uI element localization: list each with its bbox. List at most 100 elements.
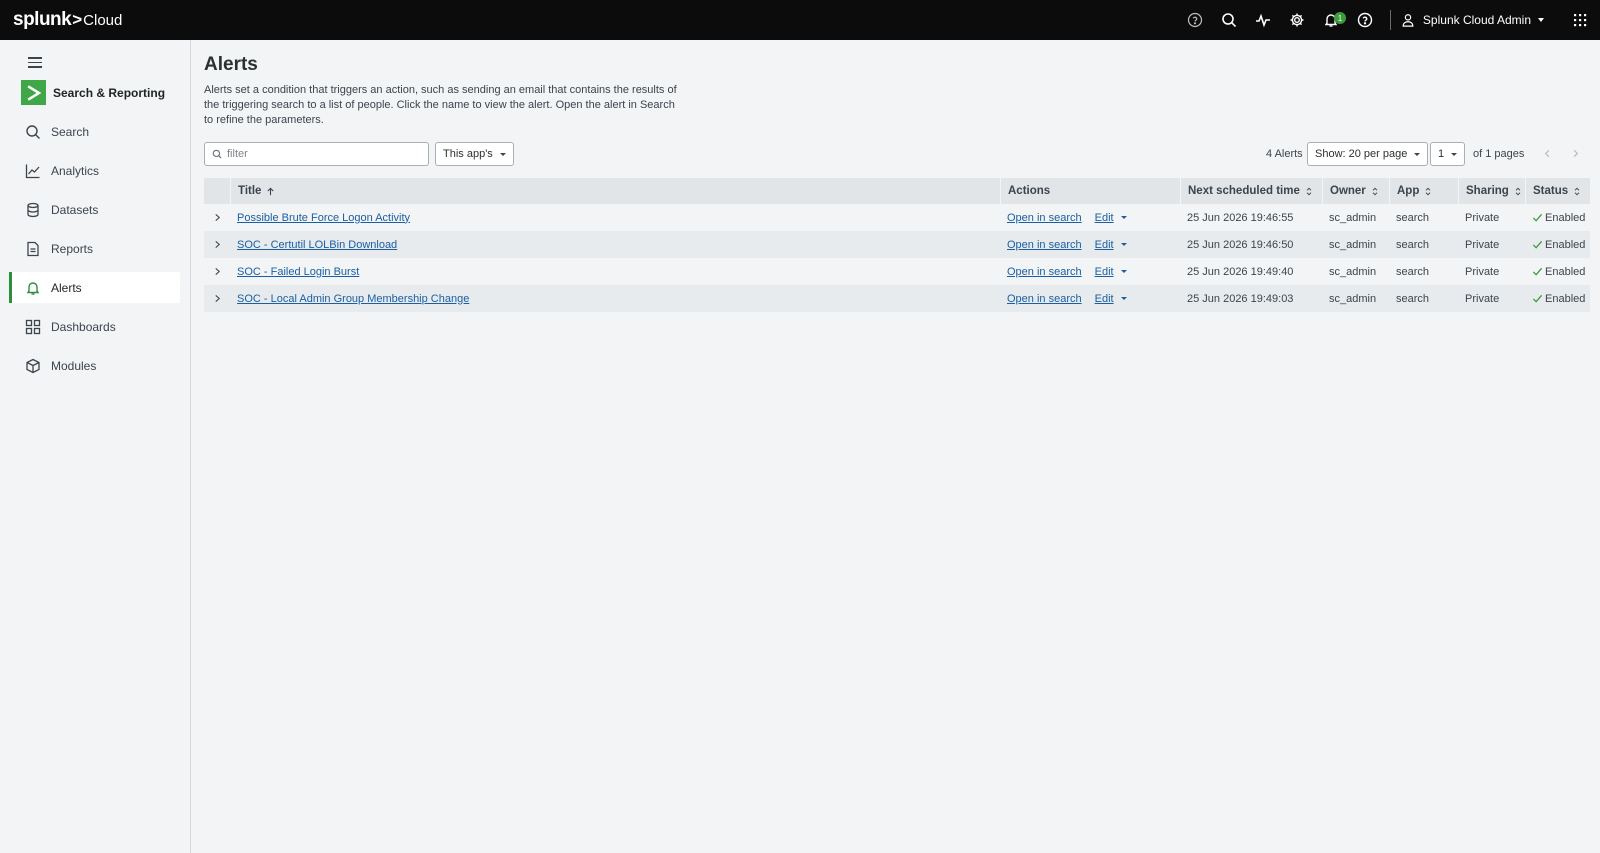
column-header-title[interactable]: Title: [230, 178, 1000, 204]
sort-icon: [1372, 187, 1378, 195]
top-bar-actions: 1 Splunk Cloud Admin: [1178, 0, 1600, 40]
edit-link: Edit: [1094, 238, 1114, 251]
open-in-search-link[interactable]: Open in search: [1007, 293, 1082, 305]
sharing-cell: Private: [1465, 238, 1500, 251]
app-title[interactable]: Search & Reporting: [21, 80, 165, 105]
help-circle-icon[interactable]: [1348, 0, 1382, 40]
help-outline-icon[interactable]: [1178, 0, 1212, 40]
expand-row-chevron-icon[interactable]: [213, 213, 221, 223]
page-total: of 1 pages: [1473, 148, 1525, 160]
alert-title-link[interactable]: SOC - Local Admin Group Membership Chang…: [237, 293, 469, 305]
gear-icon[interactable]: [1280, 0, 1314, 40]
table-row: SOC - Certutil LOLBin Download Open in s…: [204, 231, 1590, 258]
open-in-search-link[interactable]: Open in search: [1007, 239, 1082, 251]
chevron-down-icon: [1538, 18, 1544, 22]
owner-cell: sc_admin: [1329, 238, 1377, 251]
logo-product-text: Cloud: [83, 12, 123, 29]
chevron-down-icon: [1120, 270, 1127, 273]
edit-dropdown[interactable]: Edit: [1095, 293, 1127, 305]
sidebar-item-datasets[interactable]: Datasets: [9, 194, 180, 225]
per-page-dropdown[interactable]: Show: 20 per page: [1307, 142, 1429, 166]
top-bar: splunk > Cloud 1 Splunk Cloud Admin: [0, 0, 1600, 40]
open-in-search-link[interactable]: Open in search: [1007, 266, 1082, 278]
expand-row-chevron-icon[interactable]: [213, 240, 221, 250]
expand-row-chevron-icon[interactable]: [213, 294, 221, 304]
app-scope-dropdown[interactable]: This app's: [435, 142, 514, 166]
sort-icon: [1426, 187, 1431, 195]
sidebar-item-modules[interactable]: Modules: [9, 350, 180, 381]
datasets-icon: [27, 202, 39, 217]
prev-page-button[interactable]: [1540, 145, 1554, 161]
edit-link: Edit: [1094, 292, 1114, 305]
expand-row-chevron-icon[interactable]: [213, 267, 221, 277]
sidebar-item-label: Reports: [51, 241, 94, 256]
open-in-search-link[interactable]: Open in search: [1007, 212, 1082, 224]
bell-icon: [26, 281, 40, 295]
filter-field[interactable]: [204, 142, 429, 166]
reports-icon: [27, 241, 39, 256]
column-header-label: Owner: [1330, 185, 1366, 197]
logo-brand-text: splunk: [13, 9, 72, 30]
sharing-cell: Private: [1465, 292, 1500, 305]
sort-ascending-icon: [267, 187, 275, 195]
page-select-dropdown[interactable]: 1: [1430, 142, 1466, 166]
sidebar-item-label: Modules: [51, 358, 97, 373]
next-page-button[interactable]: [1568, 145, 1582, 161]
alert-title-link[interactable]: Possible Brute Force Logon Activity: [237, 212, 410, 224]
edit-link: Edit: [1094, 265, 1114, 278]
table-row: SOC - Failed Login Burst Open in search …: [204, 258, 1590, 285]
sidebar-item-search[interactable]: Search: [9, 116, 180, 147]
column-header-app[interactable]: App: [1389, 178, 1458, 204]
column-header-sharing[interactable]: Sharing: [1458, 178, 1525, 204]
bell-icon[interactable]: 1: [1314, 0, 1348, 40]
status-text: Enabled: [1545, 238, 1586, 251]
alert-title-link[interactable]: SOC - Failed Login Burst: [237, 266, 359, 278]
splunk-cloud-logo[interactable]: splunk > Cloud: [13, 9, 122, 31]
sidebar-item-dashboards[interactable]: Dashboards: [9, 311, 180, 342]
status-text: Enabled: [1545, 211, 1586, 224]
column-header-status[interactable]: Status: [1525, 178, 1590, 204]
edit-dropdown[interactable]: Edit: [1095, 212, 1127, 224]
status-badge: Enabled: [1532, 293, 1585, 305]
status-text: Enabled: [1545, 292, 1586, 305]
status-badge: Enabled: [1532, 212, 1585, 224]
column-header-owner[interactable]: Owner: [1322, 178, 1389, 204]
page-title: Alerts: [204, 54, 258, 75]
column-header-label: Next scheduled time: [1188, 185, 1300, 197]
sidebar-item-label: Analytics: [51, 163, 100, 178]
page-description: Alerts set a condition that triggers an …: [204, 84, 677, 126]
sidebar-item-label: Datasets: [51, 202, 99, 217]
chevron-down-icon: [1120, 297, 1127, 300]
page-select-value: 1: [1438, 148, 1445, 160]
sidebar-item-alerts[interactable]: Alerts: [9, 272, 180, 303]
user-name: Splunk Cloud Admin: [1422, 13, 1531, 27]
sidebar-item-reports[interactable]: Reports: [9, 233, 180, 264]
hamburger-menu-icon[interactable]: [28, 57, 42, 69]
edit-dropdown[interactable]: Edit: [1095, 266, 1127, 278]
chevron-down-icon: [1414, 152, 1421, 156]
app-cell: search: [1396, 292, 1430, 305]
sidebar-item-analytics[interactable]: Analytics: [9, 155, 180, 186]
status-badge: Enabled: [1532, 239, 1585, 251]
user-menu[interactable]: Splunk Cloud Admin: [1401, 0, 1544, 40]
search-icon[interactable]: [1212, 0, 1246, 40]
chevron-left-icon: [1544, 149, 1549, 157]
modules-icon: [26, 358, 40, 373]
next-scheduled-time: 25 Jun 2026 19:49:40: [1187, 265, 1294, 278]
table-header: Title Actions Next scheduled time Owner …: [204, 178, 1590, 204]
edit-dropdown[interactable]: Edit: [1095, 239, 1127, 251]
logo-chevron: >: [72, 10, 83, 29]
sidebar-item-label: Alerts: [51, 280, 82, 295]
check-icon: [1532, 294, 1543, 303]
column-header-next-scheduled[interactable]: Next scheduled time: [1180, 178, 1322, 204]
sort-icon: [1574, 187, 1580, 195]
edit-link: Edit: [1094, 211, 1114, 224]
sidebar: Search & Reporting Search Analytics Data…: [0, 40, 191, 853]
activity-icon[interactable]: [1246, 0, 1280, 40]
apps-grid-icon[interactable]: [1560, 0, 1600, 40]
per-page-value: Show: 20 per page: [1315, 148, 1408, 160]
alert-title-link[interactable]: SOC - Certutil LOLBin Download: [237, 239, 397, 251]
sort-icon: [1306, 187, 1312, 195]
filter-input[interactable]: [227, 148, 417, 160]
sidebar-item-label: Search: [51, 124, 90, 139]
